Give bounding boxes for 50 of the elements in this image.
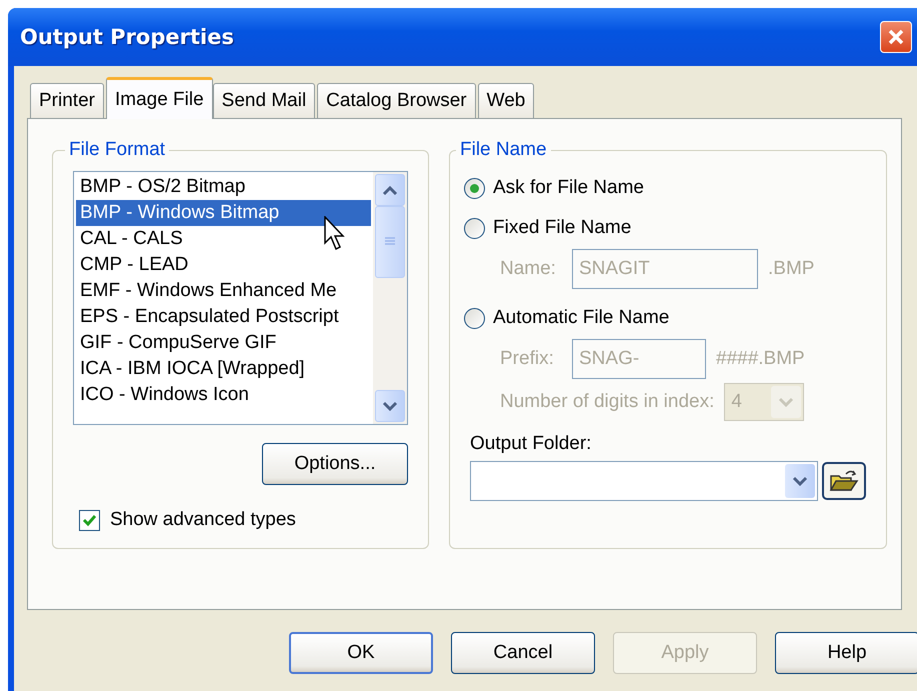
scrollbar[interactable] [373,172,407,424]
list-item[interactable]: ICA - IBM IOCA [Wrapped] [76,356,371,382]
tab[interactable]: Web [478,83,534,119]
file-extension: .BMP [768,258,814,280]
checkbox-label: Show advanced types [110,509,296,531]
browse-folder-button[interactable] [822,462,866,500]
group-title: File Format [68,139,166,161]
field-label: Prefix: [500,348,555,370]
dialog-button[interactable]: Help [775,632,917,674]
tab[interactable]: Catalog Browser [317,83,476,119]
caret-icon [778,397,794,407]
checkbox[interactable] [79,510,100,530]
dialog-button[interactable]: OK [289,632,433,674]
caret-icon [382,185,398,195]
options-button[interactable]: Options... [262,443,408,485]
list-item[interactable]: GIF - CompuServe GIF [76,330,371,356]
caret-icon [382,401,398,411]
group-title: File Name [459,139,548,161]
field-label: Output Folder: [470,433,592,455]
checkmark-icon [82,514,97,526]
tab[interactable]: Image File [106,77,213,119]
file-extension: ####.BMP [716,348,805,370]
radio-button[interactable] [464,178,485,198]
list-item[interactable]: BMP - Windows Bitmap [76,200,371,226]
list-item[interactable]: CAL - CALS [76,226,371,252]
list-item[interactable]: EMF - Windows Enhanced Me [76,278,371,304]
radio-button[interactable] [464,218,485,238]
field-label: Number of digits in index: [500,391,714,413]
grip-icon [384,237,396,247]
tab[interactable]: Send Mail [212,83,316,119]
scroll-up-button[interactable] [375,174,405,206]
list-item[interactable]: BMP - OS/2 Bitmap [76,174,371,200]
dialog-button[interactable]: Cancel [451,632,595,674]
close-button[interactable] [880,21,912,53]
list-item[interactable]: EPS - Encapsulated Postscript [76,304,371,330]
scroll-down-button[interactable] [375,390,405,422]
list-item[interactable]: CMP - LEAD [76,252,371,278]
folder-icon [829,468,859,494]
tab[interactable]: Printer [30,83,104,119]
scroll-thumb[interactable] [375,206,405,278]
caret-icon [792,476,808,486]
close-icon [887,28,905,46]
window-title: Output Properties [20,25,234,49]
field-label: Name: [500,258,557,280]
format-list[interactable]: BMP - OS/2 Bitmap BMP - Windows Bitmap CAL - CALS CMP - LEAD EMF - Windows Enhanced Me EPS - Encapsulated Postscript GIF - CompuServe GIF ICA - IBM IOCA [Wrapped] ICO - Windows Icon [73,171,408,425]
radio-label: Ask for File Name [493,177,644,199]
radio-button[interactable] [464,308,485,328]
list-item[interactable]: ICO - Windows Icon [76,382,371,408]
radio-label: Fixed File Name [493,217,632,239]
radio-label: Automatic File Name [493,307,670,329]
